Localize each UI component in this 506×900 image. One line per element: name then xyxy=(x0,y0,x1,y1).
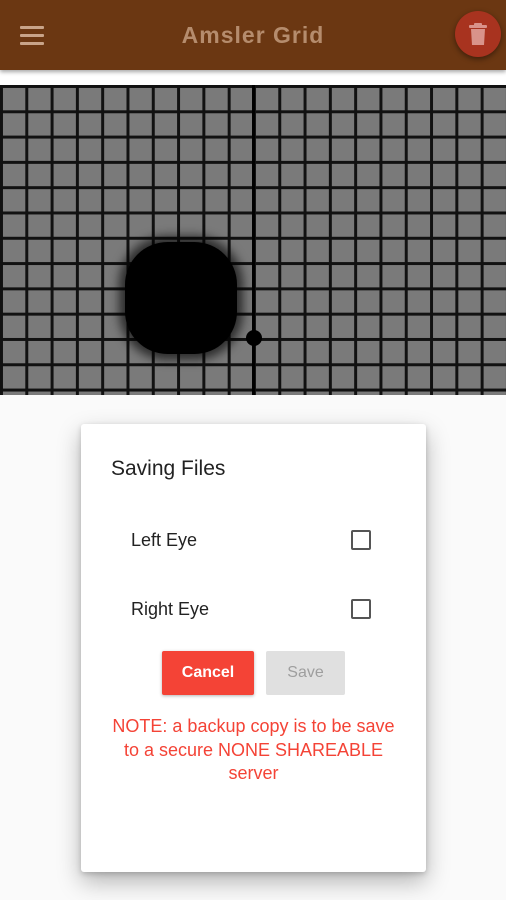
left-eye-checkbox[interactable] xyxy=(351,530,371,550)
trash-icon xyxy=(469,23,487,45)
drawn-blind-spot xyxy=(125,242,237,354)
app-bar: Amsler Grid xyxy=(0,0,506,70)
delete-button[interactable] xyxy=(455,11,501,57)
right-eye-checkbox[interactable] xyxy=(351,599,371,619)
app-title: Amsler Grid xyxy=(181,22,325,48)
cancel-button[interactable]: Cancel xyxy=(162,651,254,695)
left-eye-option[interactable]: Left Eye xyxy=(131,525,371,555)
saving-files-dialog: Saving Files Left Eye Right Eye Cancel S… xyxy=(81,424,426,872)
right-eye-label: Right Eye xyxy=(131,598,210,619)
dialog-title: Saving Files xyxy=(111,457,226,480)
save-button[interactable]: Save xyxy=(266,651,345,695)
grid-center-line xyxy=(252,85,255,395)
left-eye-label: Left Eye xyxy=(131,529,198,550)
grid-center-dot xyxy=(246,330,262,346)
screen: Amsler Grid Saving Files Left Eye Right … xyxy=(0,0,506,900)
backup-note: NOTE: a backup copy is to be save to a s… xyxy=(112,716,395,783)
right-eye-option[interactable]: Right Eye xyxy=(131,594,371,624)
amsler-grid[interactable] xyxy=(0,85,506,395)
